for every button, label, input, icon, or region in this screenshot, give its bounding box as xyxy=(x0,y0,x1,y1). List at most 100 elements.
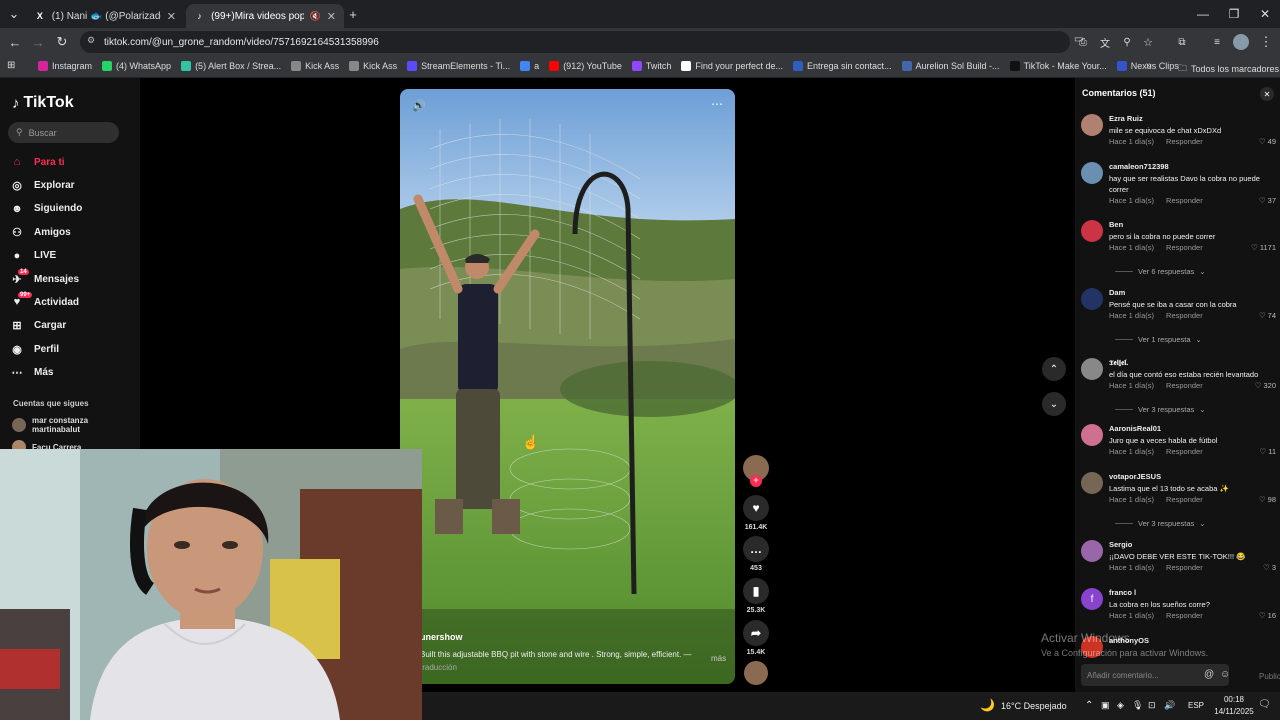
reply-button[interactable]: Responder xyxy=(1166,447,1203,456)
tray-app-icon[interactable]: ▣ xyxy=(1101,700,1110,711)
reply-button[interactable]: Responder xyxy=(1166,381,1203,390)
followed-account[interactable]: mar constanza martinabalut xyxy=(12,416,88,434)
tiktok-logo[interactable]: ♪ TikTok xyxy=(12,94,74,112)
reply-button[interactable]: Responder xyxy=(1166,563,1203,572)
comment-avatar[interactable] xyxy=(1081,472,1103,494)
comment-like-button[interactable]: ♡ 49 xyxy=(1259,137,1276,146)
reply-button[interactable]: Responder xyxy=(1166,495,1203,504)
author-avatar-button[interactable]: + xyxy=(742,455,770,487)
bookmark-item[interactable]: Find your perfect de... xyxy=(681,61,783,71)
close-tab-icon[interactable]: ✕ xyxy=(327,10,336,23)
previous-video-button[interactable]: ⌃ xyxy=(1042,357,1066,381)
tray-app-icon[interactable]: ◈ xyxy=(1117,700,1124,711)
bookmark-star-icon[interactable]: ☆ xyxy=(1136,30,1160,54)
bookmark-item[interactable]: Twitch xyxy=(631,61,671,71)
comment-avatar[interactable] xyxy=(1081,114,1103,136)
share-button[interactable]: ➦ 15.4K xyxy=(742,620,770,656)
extensions-icon[interactable]: ⧉ xyxy=(1170,30,1194,54)
comment-username[interactable]: Ben xyxy=(1109,220,1123,229)
restore-icon[interactable]: ❐ xyxy=(1219,4,1249,24)
comment-like-button[interactable]: ♡ 98 xyxy=(1259,495,1276,504)
comment-username[interactable]: Sergio xyxy=(1109,540,1132,549)
nav-item-explorar[interactable]: ◎ Explorar xyxy=(10,174,74,196)
emoji-icon[interactable]: ☺ xyxy=(1220,669,1230,680)
nav-item-actividad[interactable]: ♥ 99+ Actividad xyxy=(10,291,79,313)
tab-tiktok[interactable]: ♪ (99+)Mira videos populares 🔇 ✕ xyxy=(186,4,344,28)
nav-item-live[interactable]: ● LIVE xyxy=(10,245,57,267)
nav-item-más[interactable]: ⋯ Más xyxy=(10,362,54,384)
tray-expand-icon[interactable]: ⌃ xyxy=(1085,700,1093,711)
bookmark-item[interactable]: Aurelion Sol Build -... xyxy=(901,61,1000,71)
url-field[interactable]: ⚙ tiktok.com/@un_grone_random/video/7571… xyxy=(80,31,1083,53)
all-bookmarks-folder[interactable]: 🗀 Todos los marcadores xyxy=(1178,61,1279,77)
translation-link[interactable]: traducción xyxy=(420,663,740,672)
notifications-icon[interactable]: 🗨 xyxy=(1258,699,1271,710)
nav-item-amigos[interactable]: ⚇ Amigos xyxy=(10,221,71,243)
comment-like-button[interactable]: ♡ 320 xyxy=(1255,381,1276,390)
comment-avatar[interactable] xyxy=(1081,288,1103,310)
comment-like-button[interactable]: ♡ 16 xyxy=(1259,611,1276,620)
comment-avatar[interactable] xyxy=(1081,162,1103,184)
translate-icon[interactable]: 文 xyxy=(1093,30,1117,54)
reply-button[interactable]: Responder xyxy=(1166,243,1203,252)
microphone-icon[interactable]: 🎙 xyxy=(1132,700,1143,711)
comment-avatar[interactable] xyxy=(1081,424,1103,446)
bookmark-item[interactable]: Instagram xyxy=(38,61,92,71)
view-replies-button[interactable]: Ver 1 respuesta ⌄ xyxy=(1115,335,1202,344)
reply-button[interactable]: Responder xyxy=(1166,196,1203,205)
like-button[interactable]: ♥ 161.4K xyxy=(742,495,770,531)
next-video-button[interactable]: ⌄ xyxy=(1042,392,1066,416)
bookmark-item[interactable]: (4) WhatsApp xyxy=(102,61,171,71)
more-options-icon[interactable]: ⋯ xyxy=(711,97,723,111)
comment-username[interactable]: Dam xyxy=(1109,288,1125,297)
comment-like-button[interactable]: ♡ 74 xyxy=(1259,311,1276,320)
bookmark-item[interactable]: Entrega sin contact... xyxy=(792,61,892,71)
comment-avatar[interactable] xyxy=(1081,220,1103,242)
reload-icon[interactable]: ↻ xyxy=(50,30,74,54)
reply-button[interactable]: Responder xyxy=(1166,611,1203,620)
comment-like-button[interactable]: ♡ 37 xyxy=(1259,196,1276,205)
reply-button[interactable]: Responder xyxy=(1166,311,1203,320)
media-control-icon[interactable]: ≡ xyxy=(1205,30,1229,54)
site-info-icon[interactable]: ⚙ xyxy=(87,35,95,46)
reply-button[interactable]: Responder xyxy=(1166,137,1203,146)
apps-grid-icon[interactable]: ⊞ xyxy=(7,60,15,71)
language-indicator[interactable]: ESP xyxy=(1188,701,1204,710)
forward-icon[interactable]: → xyxy=(26,30,50,54)
comment-username[interactable]: AaronisReal01 xyxy=(1109,424,1161,433)
comment-username[interactable]: votaporJESUS xyxy=(1109,472,1161,481)
more-bookmarks-icon[interactable]: » xyxy=(1146,60,1152,71)
close-tab-icon[interactable]: ✕ xyxy=(167,10,176,23)
view-replies-button[interactable]: Ver 3 respuestas ⌄ xyxy=(1115,519,1206,528)
comment-like-button[interactable]: ♡ 11 xyxy=(1259,447,1276,456)
close-window-icon[interactable]: ✕ xyxy=(1250,4,1280,24)
bookmark-item[interactable]: Kick Ass xyxy=(349,61,397,71)
install-app-icon[interactable]: ⎙ xyxy=(1071,30,1095,54)
tab-search-chevron-icon[interactable]: ⌄ xyxy=(2,2,26,26)
nav-item-perfil[interactable]: ◉ Perfil xyxy=(10,338,59,360)
nav-item-para-ti[interactable]: ⌂ Para ti xyxy=(10,151,65,173)
save-button[interactable]: ▮ 25.3K xyxy=(742,578,770,614)
back-icon[interactable]: ← xyxy=(3,30,27,54)
bookmark-item[interactable]: (5) Alert Box / Strea... xyxy=(181,61,281,71)
comment-like-button[interactable]: ♡ 3 xyxy=(1263,563,1276,572)
bookmark-item[interactable]: TikTok - Make Your... xyxy=(1009,61,1107,71)
comment-avatar[interactable] xyxy=(1081,358,1103,380)
minimize-icon[interactable]: — xyxy=(1188,4,1218,24)
network-icon[interactable]: ⊡ xyxy=(1148,700,1156,711)
clock-time[interactable]: 00:18 xyxy=(1214,695,1254,704)
view-replies-button[interactable]: Ver 3 respuestas ⌄ xyxy=(1115,405,1206,414)
weather-text[interactable]: 16°C Despejado xyxy=(1001,701,1067,711)
tab-x[interactable]: X (1) Nani 🐟 (@Polarizadda) / X ✕ xyxy=(26,4,184,28)
comment-like-button[interactable]: ♡ 1171 xyxy=(1251,243,1276,252)
bookmark-item[interactable]: a xyxy=(520,61,539,71)
video-player[interactable]: 🔊 ⋯ ☝ xyxy=(400,89,735,684)
nav-item-mensajes[interactable]: ✈ 14 Mensajes xyxy=(10,268,79,290)
comment-username[interactable]: 𝕿𝖊𝖎𝖏𝖊𝖑. xyxy=(1109,358,1128,368)
comment-username[interactable]: camaleon712398 xyxy=(1109,162,1169,171)
more-link[interactable]: más xyxy=(711,654,726,663)
comment-button[interactable]: … 453 xyxy=(742,536,770,572)
search-input[interactable]: ⚲ Buscar xyxy=(8,122,119,143)
bookmark-item[interactable]: (912) YouTube xyxy=(549,61,622,71)
comment-username[interactable]: Ezra Ruiz xyxy=(1109,114,1143,123)
